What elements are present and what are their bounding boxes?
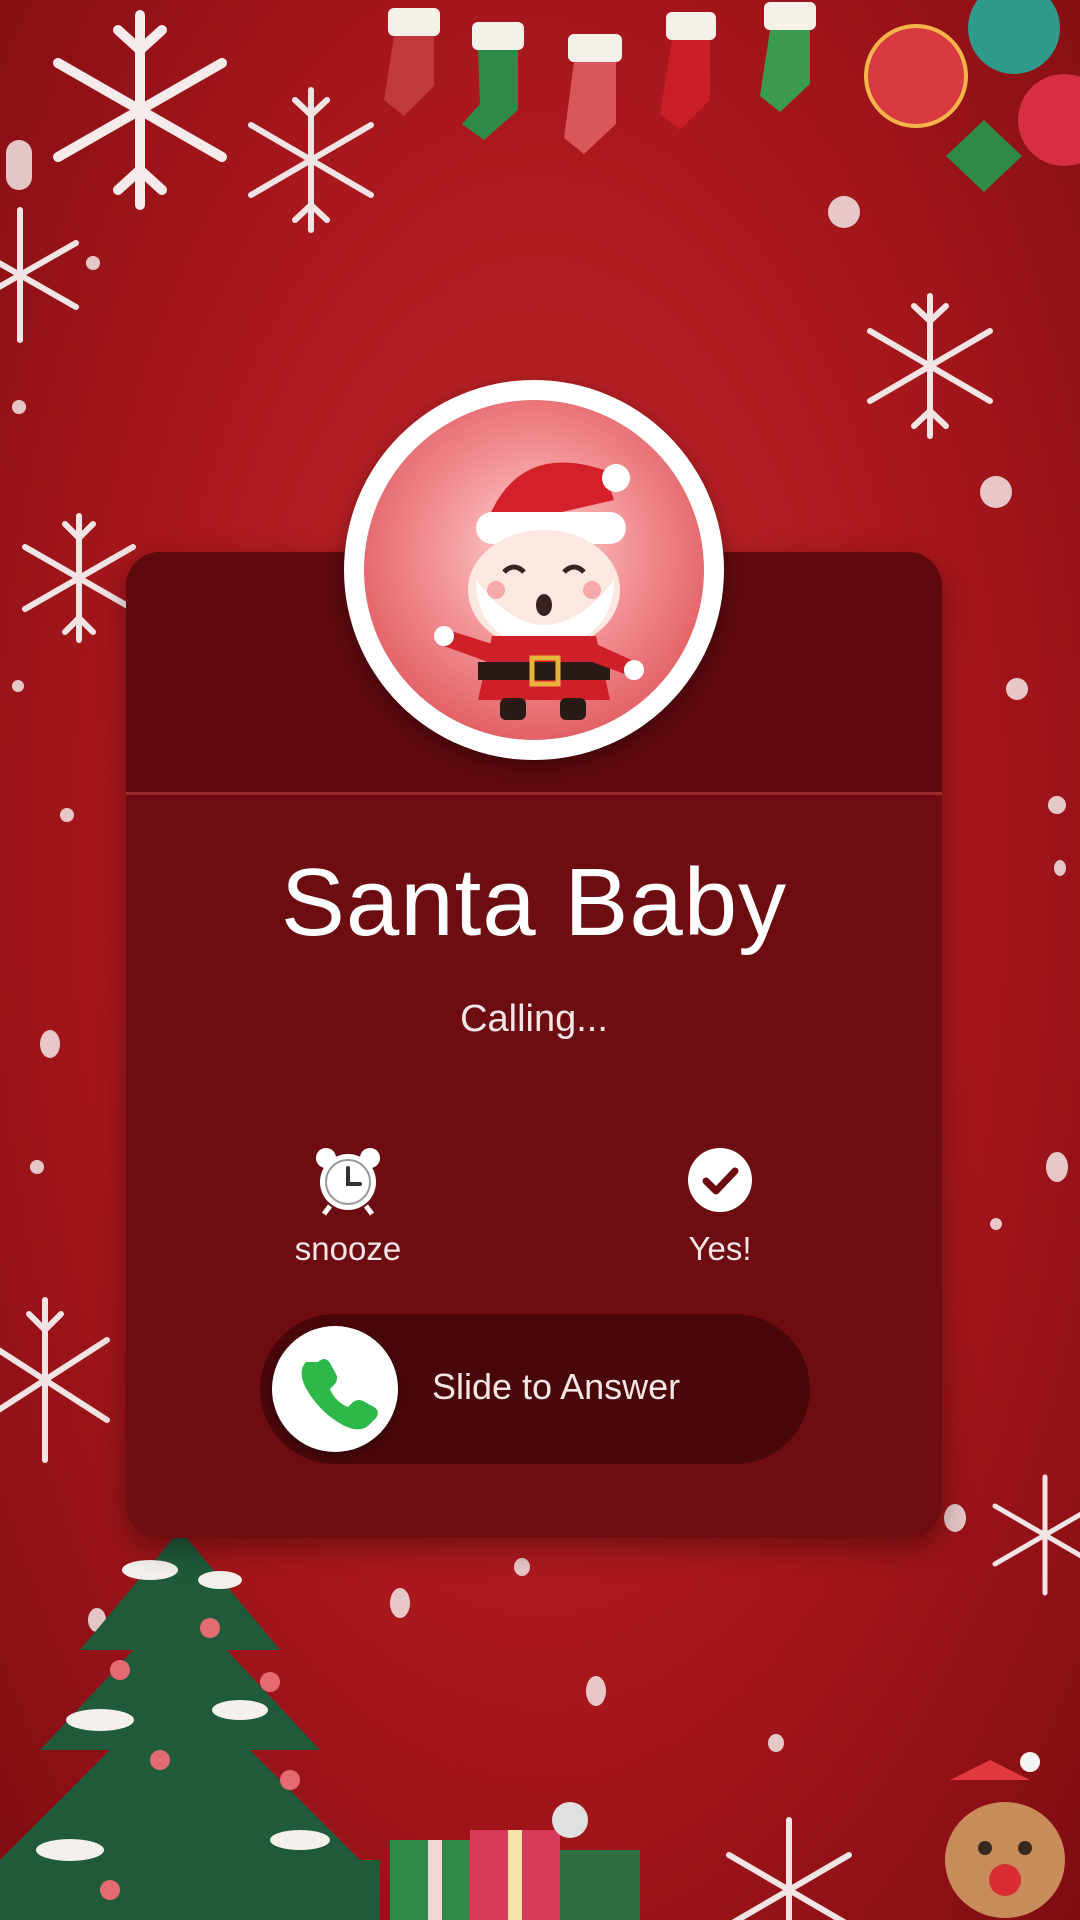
answer-knob[interactable]: [272, 1326, 398, 1452]
snow-dot: [1054, 860, 1066, 876]
phone-icon: [301, 1359, 378, 1430]
snow-dot: [1046, 1152, 1068, 1182]
snow-dot: [990, 1218, 1002, 1230]
snow-dot: [768, 1734, 784, 1752]
snowflake-icon: [726, 1817, 852, 1920]
snowflake-icon: [22, 513, 136, 643]
slide-to-answer-label: Slide to Answer: [432, 1366, 681, 1407]
caller-name: Santa Baby: [280, 849, 788, 956]
slide-to-answer[interactable]: Slide to Answer: [260, 1314, 810, 1464]
snooze-button[interactable]: snooze: [258, 1144, 438, 1268]
snooze-label: snooze: [294, 1230, 402, 1267]
presents-decoration: [390, 1802, 640, 1920]
check-icon: [688, 1148, 752, 1212]
snow-dot: [586, 1676, 606, 1706]
snowflake-icon: [867, 293, 993, 439]
snowflake-icon: [248, 87, 374, 233]
santa-icon: [434, 462, 644, 720]
snow-dot: [1006, 678, 1028, 700]
snow-dot: [40, 1030, 60, 1058]
snow-dot: [390, 1588, 410, 1618]
snow-dot: [944, 1504, 966, 1532]
avatar-background: [364, 400, 704, 740]
yes-button[interactable]: Yes!: [630, 1144, 810, 1268]
snow-dot: [514, 1558, 530, 1576]
ornaments-decoration: [864, 0, 1080, 192]
alarm-clock-icon: [316, 1148, 380, 1216]
snow-dot: [980, 476, 1012, 508]
call-status: Calling...: [460, 998, 608, 1040]
snow-dot: [828, 196, 860, 228]
snow-dot: [60, 808, 74, 822]
reindeer-decoration: [945, 1752, 1065, 1918]
stockings-decoration: [384, 2, 816, 154]
snowflake-icon: [992, 1474, 1080, 1596]
snow-dot: [30, 1160, 44, 1174]
snow-dot: [12, 680, 24, 692]
yes-label: Yes!: [688, 1230, 752, 1267]
snow-dot: [1048, 796, 1066, 814]
snow-dot: [12, 400, 26, 414]
caller-avatar: [344, 380, 724, 760]
snowflake-icon: [0, 207, 79, 343]
